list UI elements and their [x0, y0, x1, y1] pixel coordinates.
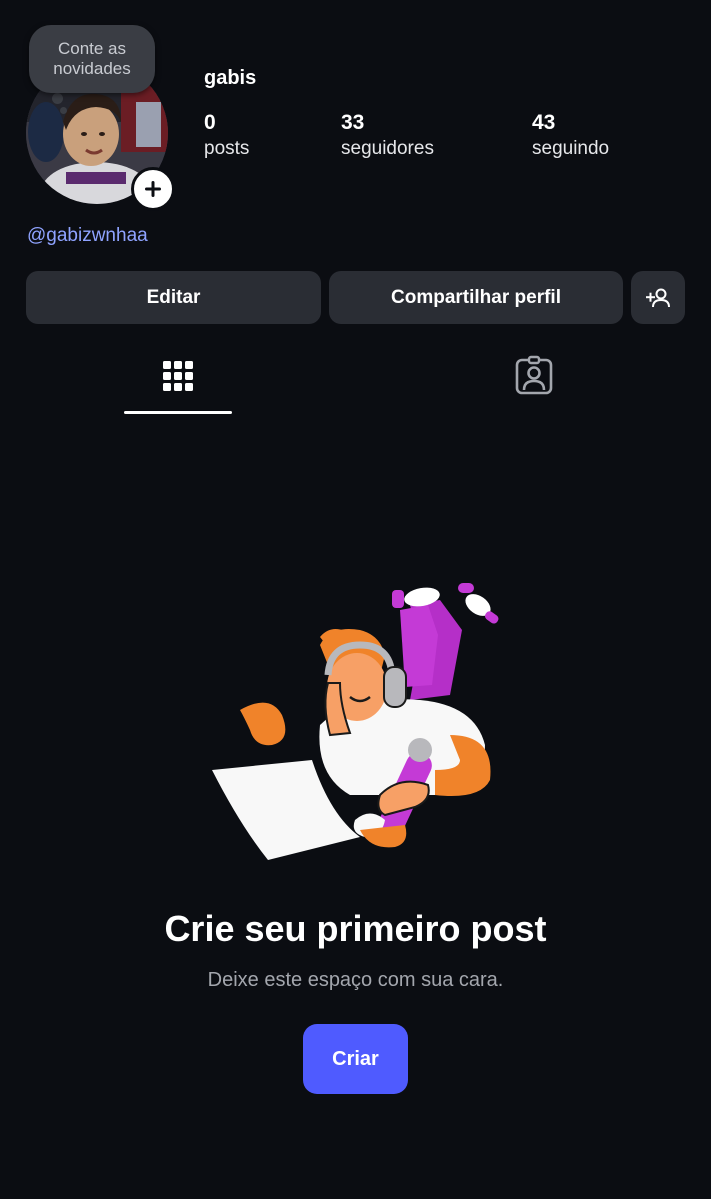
stat-value: 0 [204, 111, 216, 134]
create-post-button[interactable]: Criar [303, 1024, 408, 1094]
profile-name: gabis [204, 67, 257, 89]
stat-value: 33 [341, 111, 365, 134]
tab-posts-grid[interactable] [124, 355, 232, 415]
share-profile-button[interactable]: Compartilhar perfil [329, 271, 623, 324]
note-bubble[interactable]: Conte as novidades [29, 25, 155, 93]
stat-followers[interactable]: 33 seguidores [341, 110, 434, 162]
profile-handle[interactable]: @gabizwnhaa [27, 225, 148, 247]
stat-label: seguindo [532, 138, 610, 159]
stat-label: seguidores [341, 138, 434, 159]
bubble-tail-small [60, 107, 67, 114]
stat-following[interactable]: 43 seguindo [532, 110, 609, 162]
tab-tagged[interactable] [480, 355, 588, 415]
active-tab-indicator [124, 411, 232, 414]
add-story-button[interactable] [131, 167, 175, 211]
bubble-tail [52, 93, 63, 104]
edit-profile-button[interactable]: Editar [26, 271, 321, 324]
empty-posts-illustration [212, 583, 499, 860]
stat-label: posts [204, 138, 250, 159]
grid-icon [163, 361, 193, 391]
add-friend-button[interactable] [631, 271, 685, 324]
empty-state-subtitle: Deixe este espaço com sua cara. [207, 969, 504, 991]
plus-icon [145, 181, 161, 197]
add-person-icon [646, 288, 670, 307]
tagged-person-icon [515, 355, 553, 395]
stat-posts[interactable]: 0 posts [204, 110, 249, 162]
stat-value: 43 [532, 111, 556, 134]
profile-screen: Conte as novidades gabis 0 posts 33 segu… [0, 0, 711, 1199]
empty-state-title: Crie seu primeiro post [164, 908, 547, 949]
